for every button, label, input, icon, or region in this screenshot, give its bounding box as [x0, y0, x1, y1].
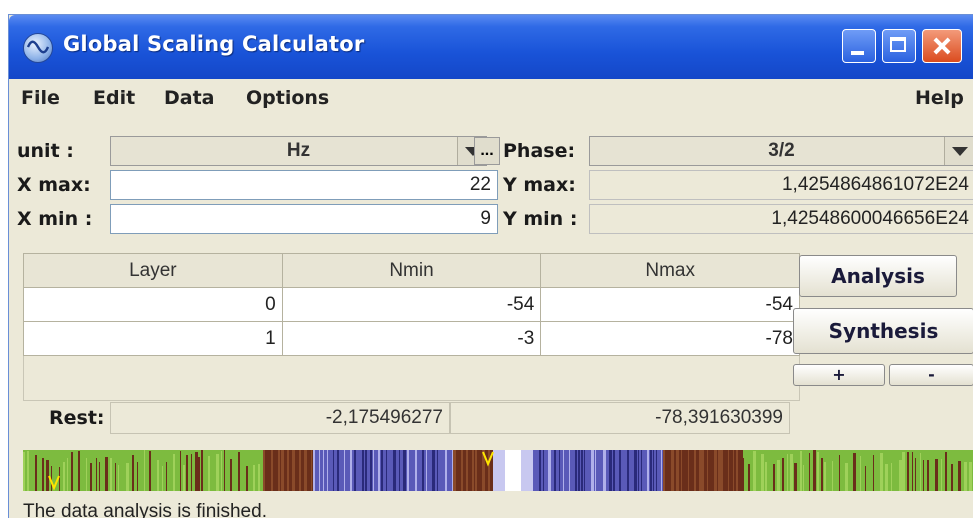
table-cell[interactable]: 1	[23, 321, 283, 356]
layer-table: Layer Nmin Nmax 0 -54 -54 1 -3 -78	[23, 253, 800, 401]
table-header: Layer Nmin Nmax	[23, 253, 800, 288]
close-icon[interactable]	[922, 29, 962, 63]
table-cell[interactable]: -78	[540, 321, 800, 356]
spectrum-bar[interactable]	[23, 450, 973, 491]
menu-options[interactable]: Options	[246, 87, 329, 109]
chevron-down-icon[interactable]	[944, 137, 973, 165]
xmax-input[interactable]: 22	[110, 170, 498, 200]
ymin-label: Y min :	[503, 208, 578, 230]
unit-more-button[interactable]: ...	[474, 137, 500, 165]
empty-cell	[23, 355, 800, 401]
title-bar[interactable]: Global Scaling Calculator	[9, 15, 973, 79]
phase-select[interactable]: 3/2	[589, 136, 973, 166]
maximize-icon[interactable]	[882, 29, 916, 63]
column-header-nmin[interactable]: Nmin	[281, 253, 542, 288]
menu-bar: File Edit Data Options Help	[9, 79, 973, 115]
xmin-label: X min :	[17, 208, 93, 230]
unit-label: unit :	[17, 140, 74, 162]
phase-label: Phase:	[503, 140, 576, 162]
table-cell[interactable]: -54	[281, 287, 542, 322]
wave-icon	[23, 33, 53, 63]
column-header-layer[interactable]: Layer	[23, 253, 283, 288]
table-row[interactable]: 1 -3 -78	[23, 321, 800, 356]
phase-value: 3/2	[768, 140, 795, 161]
table-row[interactable]: 0 -54 -54	[23, 287, 800, 322]
analysis-button[interactable]: Analysis	[799, 255, 957, 297]
menu-file[interactable]: File	[21, 87, 60, 109]
ymax-label: Y max:	[503, 174, 576, 196]
table-cell[interactable]: 0	[23, 287, 283, 322]
rest-value-2: -78,391630399	[450, 402, 790, 434]
menu-data[interactable]: Data	[164, 87, 215, 109]
table-cell[interactable]: -3	[281, 321, 542, 356]
menu-help[interactable]: Help	[915, 87, 964, 109]
status-message: The data analysis is finished.	[23, 501, 267, 518]
spectrum-graphic	[23, 450, 973, 491]
rest-value-1: -2,175496277	[110, 402, 450, 434]
remove-layer-button[interactable]: -	[889, 364, 973, 386]
xmin-input[interactable]: 9	[110, 204, 498, 234]
unit-select[interactable]: Hz	[110, 136, 487, 166]
xmax-label: X max:	[17, 174, 91, 196]
ymin-output: 1,42548600046656E24	[589, 204, 973, 234]
table-empty-row	[23, 355, 800, 401]
rest-label: Rest:	[49, 407, 105, 429]
column-header-nmax[interactable]: Nmax	[540, 253, 800, 288]
window-title: Global Scaling Calculator	[63, 32, 365, 56]
minimize-icon[interactable]	[842, 29, 876, 63]
unit-value: Hz	[286, 140, 311, 161]
menu-edit[interactable]: Edit	[93, 87, 135, 109]
synthesis-button[interactable]: Synthesis	[793, 308, 973, 354]
app-window: Global Scaling Calculator File Edit Data…	[8, 14, 973, 518]
add-layer-button[interactable]: +	[793, 364, 885, 386]
table-cell[interactable]: -54	[540, 287, 800, 322]
ymax-output: 1,4254864861072E24	[589, 170, 973, 200]
